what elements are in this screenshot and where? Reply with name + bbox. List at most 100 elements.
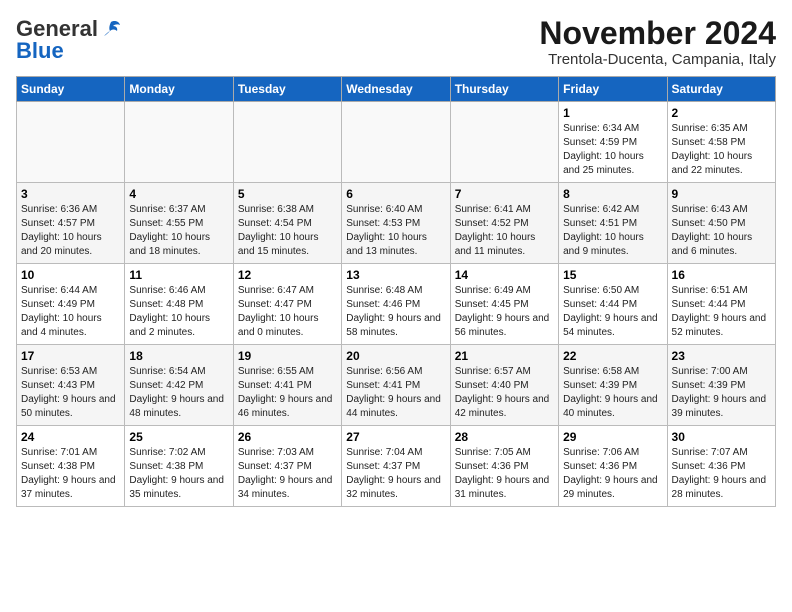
day-info: Sunrise: 6:43 AM Sunset: 4:50 PM Dayligh… — [672, 203, 771, 259]
calendar-cell: 15 Sunrise: 6:50 AM Sunset: 4:44 PM Dayli… — [559, 264, 667, 345]
day-info: Sunrise: 6:36 AM Sunset: 4:57 PM Dayligh… — [21, 203, 120, 259]
day-info: Sunrise: 7:02 AM Sunset: 4:38 PM Dayligh… — [129, 446, 228, 502]
day-number: 17 — [21, 349, 120, 363]
day-number: 27 — [346, 430, 445, 444]
calendar-cell — [17, 102, 125, 183]
calendar-header-row: SundayMondayTuesdayWednesdayThursdayFrid… — [17, 77, 776, 102]
calendar-cell: 27 Sunrise: 7:04 AM Sunset: 4:37 PM Dayli… — [342, 426, 450, 507]
day-info: Sunrise: 6:34 AM Sunset: 4:59 PM Dayligh… — [563, 122, 662, 178]
calendar-cell: 28 Sunrise: 7:05 AM Sunset: 4:36 PM Dayli… — [450, 426, 558, 507]
calendar-week-row: 3Sunrise: 6:36 AM Sunset: 4:57 PM Daylig… — [17, 183, 776, 264]
calendar-week-row: 24 Sunrise: 7:01 AM Sunset: 4:38 PM Dayli… — [17, 426, 776, 507]
month-title: November 2024 — [539, 16, 776, 51]
day-info: Sunrise: 7:03 AM Sunset: 4:37 PM Dayligh… — [238, 446, 337, 502]
day-number: 4 — [129, 187, 228, 201]
day-number: 23 — [672, 349, 771, 363]
calendar-cell: 1 Sunrise: 6:34 AM Sunset: 4:59 PM Daylig… — [559, 102, 667, 183]
day-number: 5 — [238, 187, 337, 201]
calendar-cell: 16 Sunrise: 6:51 AM Sunset: 4:44 PM Dayli… — [667, 264, 775, 345]
day-info: Sunrise: 6:42 AM Sunset: 4:51 PM Dayligh… — [563, 203, 662, 259]
page-header: General Blue November 2024 Trentola-Duce… — [16, 16, 776, 68]
day-info: Sunrise: 7:07 AM Sunset: 4:36 PM Dayligh… — [672, 446, 771, 502]
calendar-cell: 12 Sunrise: 6:47 AM Sunset: 4:47 PM Dayli… — [233, 264, 341, 345]
calendar-cell: 13 Sunrise: 6:48 AM Sunset: 4:46 PM Dayli… — [342, 264, 450, 345]
day-info: Sunrise: 6:50 AM Sunset: 4:44 PM Dayligh… — [563, 284, 662, 340]
weekday-header: Wednesday — [342, 77, 450, 102]
calendar-cell: 6 Sunrise: 6:40 AM Sunset: 4:53 PM Daylig… — [342, 183, 450, 264]
calendar-week-row: 10 Sunrise: 6:44 AM Sunset: 4:49 PM Dayli… — [17, 264, 776, 345]
calendar-cell: 7 Sunrise: 6:41 AM Sunset: 4:52 PM Daylig… — [450, 183, 558, 264]
calendar-cell: 10 Sunrise: 6:44 AM Sunset: 4:49 PM Dayli… — [17, 264, 125, 345]
calendar-week-row: 1 Sunrise: 6:34 AM Sunset: 4:59 PM Daylig… — [17, 102, 776, 183]
day-number: 7 — [455, 187, 554, 201]
day-number: 1 — [563, 106, 662, 120]
day-info: Sunrise: 6:49 AM Sunset: 4:45 PM Dayligh… — [455, 284, 554, 340]
day-number: 6 — [346, 187, 445, 201]
calendar-cell: 30 Sunrise: 7:07 AM Sunset: 4:36 PM Dayli… — [667, 426, 775, 507]
calendar-cell: 5 Sunrise: 6:38 AM Sunset: 4:54 PM Daylig… — [233, 183, 341, 264]
day-info: Sunrise: 6:37 AM Sunset: 4:55 PM Dayligh… — [129, 203, 228, 259]
day-info: Sunrise: 6:35 AM Sunset: 4:58 PM Dayligh… — [672, 122, 771, 178]
weekday-header: Thursday — [450, 77, 558, 102]
day-number: 26 — [238, 430, 337, 444]
calendar-table: SundayMondayTuesdayWednesdayThursdayFrid… — [16, 76, 776, 507]
day-info: Sunrise: 7:05 AM Sunset: 4:36 PM Dayligh… — [455, 446, 554, 502]
day-info: Sunrise: 6:47 AM Sunset: 4:47 PM Dayligh… — [238, 284, 337, 340]
calendar-cell — [342, 102, 450, 183]
day-number: 22 — [563, 349, 662, 363]
day-number: 29 — [563, 430, 662, 444]
logo: General Blue — [16, 16, 122, 64]
calendar-cell: 4 Sunrise: 6:37 AM Sunset: 4:55 PM Daylig… — [125, 183, 233, 264]
calendar-cell: 8Sunrise: 6:42 AM Sunset: 4:51 PM Daylig… — [559, 183, 667, 264]
day-info: Sunrise: 6:53 AM Sunset: 4:43 PM Dayligh… — [21, 365, 120, 421]
day-number: 30 — [672, 430, 771, 444]
day-info: Sunrise: 6:38 AM Sunset: 4:54 PM Dayligh… — [238, 203, 337, 259]
weekday-header: Friday — [559, 77, 667, 102]
day-number: 18 — [129, 349, 228, 363]
location-text: Trentola-Ducenta, Campania, Italy — [539, 51, 776, 68]
day-info: Sunrise: 6:54 AM Sunset: 4:42 PM Dayligh… — [129, 365, 228, 421]
day-number: 10 — [21, 268, 120, 282]
calendar-cell: 24 Sunrise: 7:01 AM Sunset: 4:38 PM Dayli… — [17, 426, 125, 507]
calendar-cell: 9 Sunrise: 6:43 AM Sunset: 4:50 PM Daylig… — [667, 183, 775, 264]
calendar-cell: 3Sunrise: 6:36 AM Sunset: 4:57 PM Daylig… — [17, 183, 125, 264]
day-info: Sunrise: 6:41 AM Sunset: 4:52 PM Dayligh… — [455, 203, 554, 259]
calendar-cell: 18 Sunrise: 6:54 AM Sunset: 4:42 PM Dayli… — [125, 345, 233, 426]
calendar-cell: 25Sunrise: 7:02 AM Sunset: 4:38 PM Dayli… — [125, 426, 233, 507]
day-info: Sunrise: 6:51 AM Sunset: 4:44 PM Dayligh… — [672, 284, 771, 340]
day-info: Sunrise: 7:01 AM Sunset: 4:38 PM Dayligh… — [21, 446, 120, 502]
day-number: 24 — [21, 430, 120, 444]
calendar-cell — [450, 102, 558, 183]
day-info: Sunrise: 6:55 AM Sunset: 4:41 PM Dayligh… — [238, 365, 337, 421]
calendar-cell: 23Sunrise: 7:00 AM Sunset: 4:39 PM Dayli… — [667, 345, 775, 426]
day-number: 16 — [672, 268, 771, 282]
weekday-header: Tuesday — [233, 77, 341, 102]
calendar-cell: 26 Sunrise: 7:03 AM Sunset: 4:37 PM Dayli… — [233, 426, 341, 507]
logo-blue-text: Blue — [16, 38, 64, 64]
calendar-cell: 21Sunrise: 6:57 AM Sunset: 4:40 PM Dayli… — [450, 345, 558, 426]
calendar-week-row: 17 Sunrise: 6:53 AM Sunset: 4:43 PM Dayli… — [17, 345, 776, 426]
day-number: 15 — [563, 268, 662, 282]
title-area: November 2024 Trentola-Ducenta, Campania… — [539, 16, 776, 68]
day-number: 28 — [455, 430, 554, 444]
day-number: 9 — [672, 187, 771, 201]
weekday-header: Saturday — [667, 77, 775, 102]
calendar-cell — [125, 102, 233, 183]
calendar-cell: 19Sunrise: 6:55 AM Sunset: 4:41 PM Dayli… — [233, 345, 341, 426]
day-number: 14 — [455, 268, 554, 282]
calendar-cell: 11 Sunrise: 6:46 AM Sunset: 4:48 PM Dayli… — [125, 264, 233, 345]
day-number: 12 — [238, 268, 337, 282]
day-number: 13 — [346, 268, 445, 282]
day-info: Sunrise: 7:04 AM Sunset: 4:37 PM Dayligh… — [346, 446, 445, 502]
day-number: 20 — [346, 349, 445, 363]
day-info: Sunrise: 6:44 AM Sunset: 4:49 PM Dayligh… — [21, 284, 120, 340]
day-info: Sunrise: 6:46 AM Sunset: 4:48 PM Dayligh… — [129, 284, 228, 340]
day-info: Sunrise: 6:40 AM Sunset: 4:53 PM Dayligh… — [346, 203, 445, 259]
day-info: Sunrise: 6:56 AM Sunset: 4:41 PM Dayligh… — [346, 365, 445, 421]
day-number: 11 — [129, 268, 228, 282]
day-info: Sunrise: 6:58 AM Sunset: 4:39 PM Dayligh… — [563, 365, 662, 421]
day-info: Sunrise: 6:48 AM Sunset: 4:46 PM Dayligh… — [346, 284, 445, 340]
weekday-header: Sunday — [17, 77, 125, 102]
calendar-cell: 22 Sunrise: 6:58 AM Sunset: 4:39 PM Dayli… — [559, 345, 667, 426]
logo-bird-icon — [100, 18, 122, 40]
